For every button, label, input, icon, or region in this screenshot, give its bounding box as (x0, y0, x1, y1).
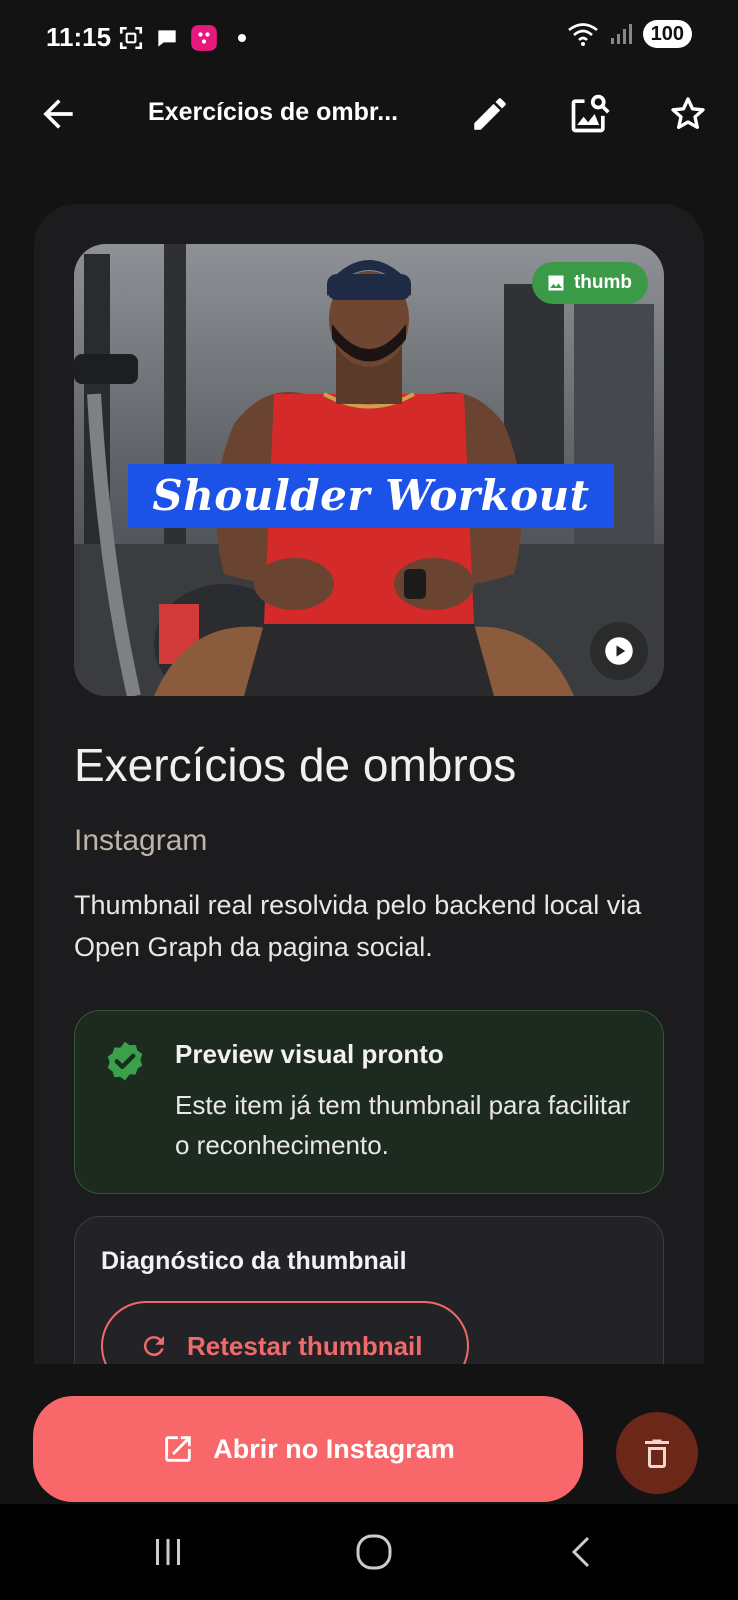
status-time: 11:15 (46, 22, 112, 52)
verified-check-icon (103, 1039, 147, 1088)
thumb-badge: thumb (531, 262, 648, 304)
home-icon (356, 1534, 392, 1570)
system-nav-bar (0, 1504, 738, 1600)
system-back-button[interactable] (552, 1532, 612, 1572)
thumbnail-diagnostics: Diagnóstico da thumbnail Retestar thumbn… (74, 1216, 664, 1364)
refresh-icon (143, 1336, 164, 1357)
open-instagram-label: Abrir no Instagram (213, 1433, 455, 1464)
thumbnail-media[interactable]: Shoulder Workout thumb (74, 244, 664, 696)
item-source: Instagram (74, 824, 208, 857)
trash-icon (645, 1439, 669, 1468)
chevron-left-icon (571, 1536, 590, 1568)
notification-icons (118, 24, 246, 52)
app-bar: Exercícios de ombr... (0, 72, 738, 154)
play-circle-icon (605, 637, 633, 665)
open-external-icon (165, 1436, 191, 1462)
pencil-icon (474, 98, 506, 130)
battery-indicator: 100 (642, 20, 692, 48)
system-status-icons: 100 (567, 20, 692, 48)
preview-ready-text: Este item já tem thumbnail para facilita… (175, 1090, 631, 1160)
recent-apps-icon (156, 1539, 180, 1565)
retest-thumbnail-button[interactable]: Retestar thumbnail (101, 1301, 469, 1364)
back-arrow-icon (43, 99, 73, 129)
star-icon (671, 97, 705, 129)
more-notifications-dot (238, 34, 246, 42)
status-bar: 11:15 100 (0, 0, 738, 72)
screenshot-icon (119, 26, 143, 50)
play-button[interactable] (590, 622, 648, 680)
app-notification-icon (191, 25, 217, 51)
item-description: Thumbnail real resolvida pelo backend lo… (74, 890, 642, 962)
preview-ready-notice: Preview visual pronto Este item já tem t… (74, 1010, 664, 1194)
preview-ready-title: Preview visual pronto (175, 1039, 444, 1069)
recent-apps-button[interactable] (138, 1532, 198, 1572)
thumb-badge-label: thumb (573, 272, 632, 293)
favorite-button[interactable] (664, 90, 712, 138)
home-button[interactable] (344, 1532, 404, 1572)
back-button[interactable] (36, 92, 80, 136)
diagnostics-title: Diagnóstico da thumbnail (101, 1247, 407, 1275)
wifi-icon (567, 23, 598, 46)
item-title: Exercícios de ombros (74, 739, 517, 791)
signal-icon (610, 24, 632, 44)
image-search-icon (571, 94, 610, 133)
image-search-button[interactable] (566, 90, 614, 138)
open-instagram-button[interactable]: Abrir no Instagram (33, 1396, 583, 1502)
chat-icon (158, 30, 176, 47)
image-icon (548, 275, 564, 291)
item-detail-card: Shoulder Workout thumb Exercícios de omb… (34, 204, 704, 1364)
page-title: Exercícios de ombr... (148, 98, 399, 126)
delete-button[interactable] (616, 1412, 698, 1494)
retest-thumbnail-label: Retestar thumbnail (187, 1330, 423, 1361)
edit-button[interactable] (466, 90, 514, 138)
overlay-caption: Shoulder Workout (152, 471, 590, 520)
